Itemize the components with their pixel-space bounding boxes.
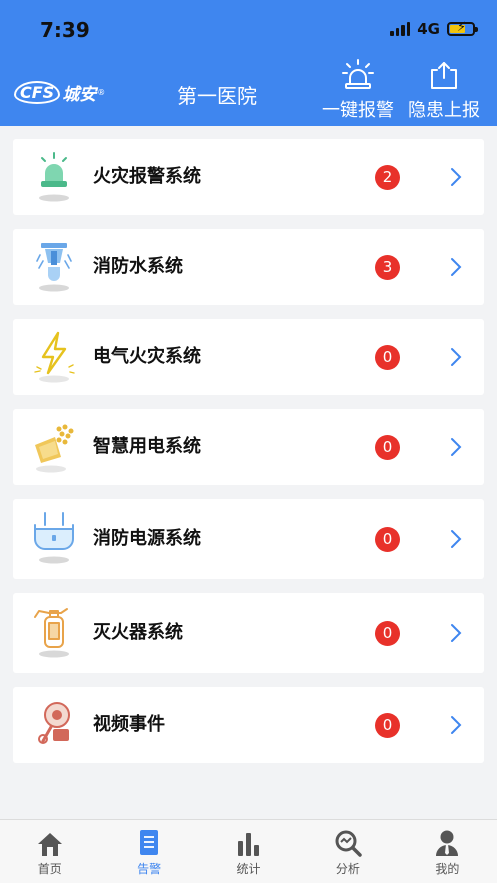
network-type: 4G [417, 20, 440, 38]
hazard-report-button[interactable]: 隐患上报 [404, 58, 484, 122]
siren-icon [318, 58, 398, 90]
system-name: 智慧用电系统 [93, 436, 201, 457]
sprinkler-icon [31, 241, 77, 295]
logo-registered: ® [97, 88, 106, 97]
app-header: 7:39 4G ⚡ CFS 城安 ® 第一医院 一键报警 隐患上报 [0, 0, 497, 126]
fire-alarm-beacon-icon [31, 151, 77, 205]
alarm-count-badge: 0 [375, 713, 400, 738]
page-title: 第一医院 [177, 84, 257, 108]
system-card-electrical-fire[interactable]: 电气火灾系统 0 [13, 319, 484, 395]
status-indicators: 4G ⚡ [390, 20, 478, 38]
chevron-right-icon [451, 258, 462, 276]
tab-label: 统计 [236, 862, 261, 876]
system-name: 电气火灾系统 [93, 346, 201, 367]
system-name: 视频事件 [93, 714, 165, 735]
chevron-right-icon [451, 716, 462, 734]
system-name: 消防电源系统 [93, 528, 201, 549]
user-icon [398, 829, 497, 857]
chevron-right-icon [451, 624, 462, 642]
alarm-count-badge: 0 [375, 435, 400, 460]
status-time: 7:39 [40, 18, 90, 42]
system-card-extinguisher[interactable]: 灭火器系统 0 [13, 593, 484, 673]
tab-label: 分析 [335, 862, 360, 876]
tab-home[interactable]: 首页 [0, 820, 99, 883]
system-name: 火灾报警系统 [93, 166, 201, 187]
one-click-alarm-button[interactable]: 一键报警 [318, 58, 398, 122]
system-name: 消防水系统 [93, 256, 183, 277]
smart-power-icon [31, 421, 77, 475]
tab-label: 告警 [137, 862, 162, 876]
tab-label: 首页 [37, 862, 62, 876]
chevron-right-icon [451, 168, 462, 186]
home-icon [0, 829, 99, 857]
system-card-fire-power[interactable]: 消防电源系统 0 [13, 499, 484, 579]
tab-label: 我的 [435, 862, 460, 876]
hazard-report-label: 隐患上报 [408, 100, 480, 121]
battery-icon: ⚡ [447, 20, 478, 36]
alarm-count-badge: 0 [375, 345, 400, 370]
system-card-video-events[interactable]: 视频事件 0 [13, 687, 484, 763]
analysis-icon [298, 829, 397, 857]
upload-icon [404, 58, 484, 90]
alarm-list-icon [99, 829, 198, 857]
tab-profile[interactable]: 我的 [398, 820, 497, 883]
logo-mark: CFS [14, 81, 61, 104]
chevron-right-icon [451, 438, 462, 456]
alarm-count-badge: 2 [375, 165, 400, 190]
system-card-fire-alarm[interactable]: 火灾报警系统 2 [13, 139, 484, 215]
tab-analysis[interactable]: 分析 [298, 820, 397, 883]
system-card-smart-power[interactable]: 智慧用电系统 0 [13, 409, 484, 485]
system-card-fire-water[interactable]: 消防水系统 3 [13, 229, 484, 305]
lightning-icon [31, 331, 77, 385]
alarm-count-badge: 3 [375, 255, 400, 280]
tab-statistics[interactable]: 统计 [199, 820, 298, 883]
one-click-alarm-label: 一键报警 [322, 100, 394, 121]
system-list: 火灾报警系统 2 消防水系统 3 电气火灾系统 0 智慧用电系统 0 消防电源系… [13, 139, 484, 777]
bar-chart-icon [199, 829, 298, 857]
chevron-right-icon [451, 348, 462, 366]
alarm-count-badge: 0 [375, 527, 400, 552]
tab-alarms[interactable]: 告警 [99, 820, 198, 883]
system-name: 灭火器系统 [93, 622, 183, 643]
bottom-tab-bar: 首页 告警 统计 分析 我的 [0, 819, 497, 883]
fire-extinguisher-icon [31, 605, 77, 659]
alarm-count-badge: 0 [375, 621, 400, 646]
chevron-right-icon [451, 530, 462, 548]
power-plug-icon [31, 511, 77, 565]
logo-text: 城安 [62, 85, 97, 105]
brand-logo: CFS 城安 ® [14, 80, 105, 105]
video-camera-icon [31, 699, 77, 753]
signal-icon [390, 22, 411, 36]
